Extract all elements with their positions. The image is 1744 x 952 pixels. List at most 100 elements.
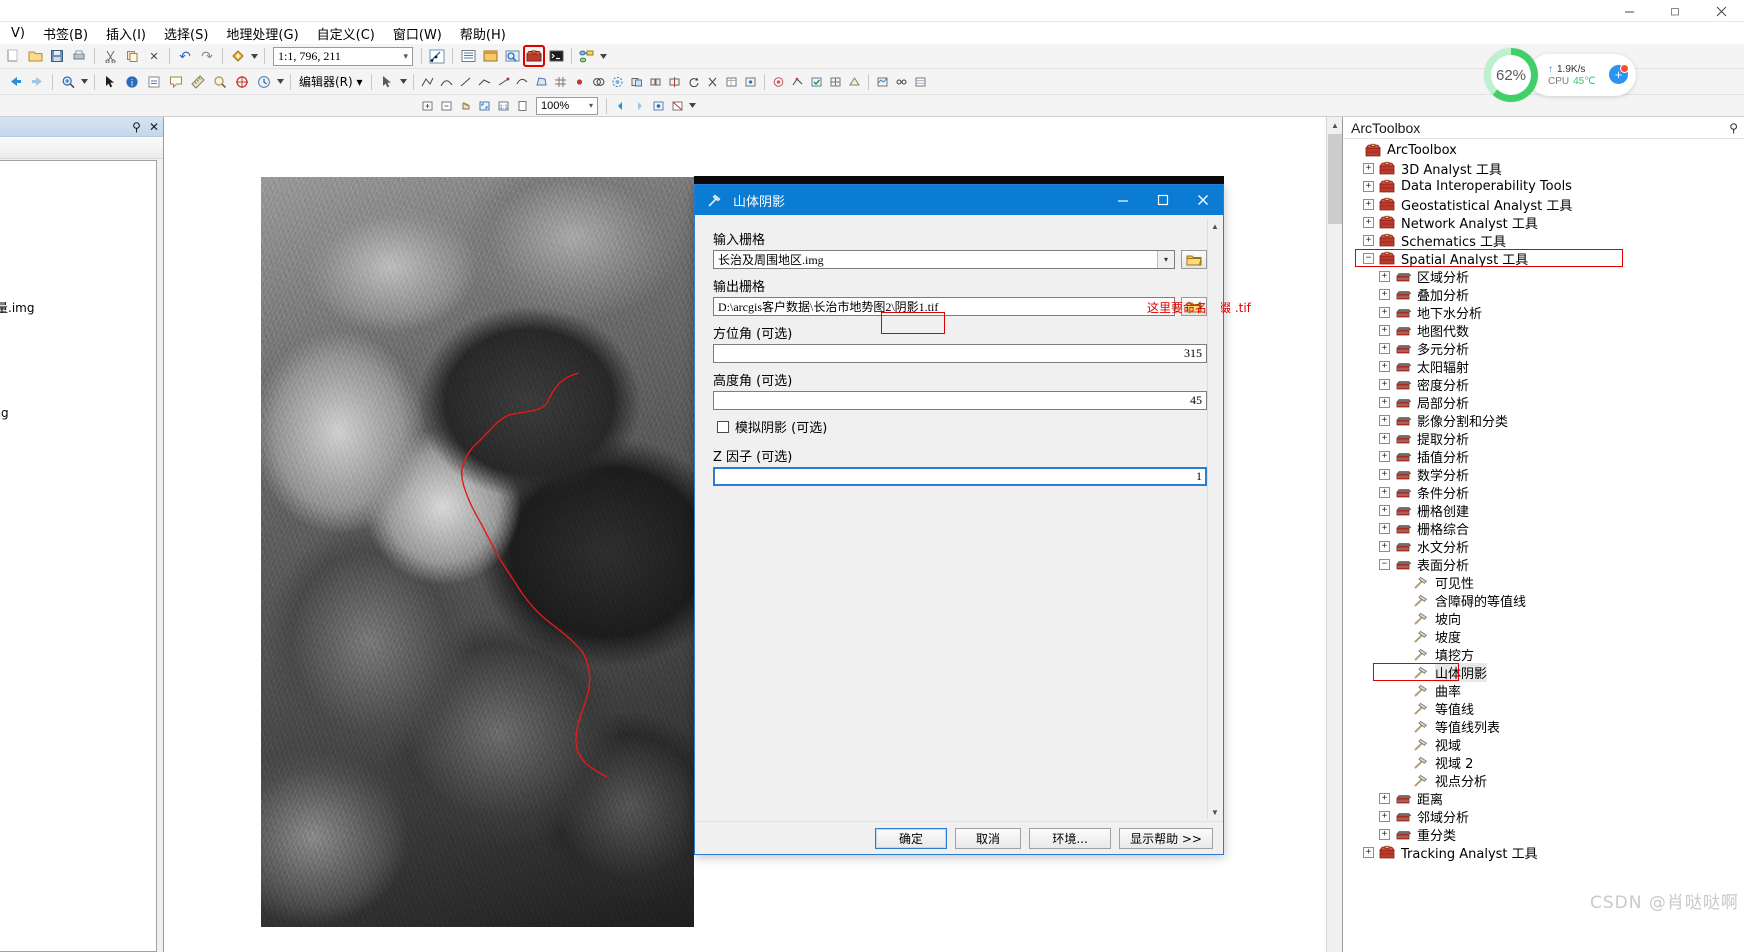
arctoolbox-window-icon[interactable] xyxy=(523,45,545,67)
toolbox-tree-node[interactable]: 视域 2 xyxy=(1343,753,1744,772)
sketch-x-icon[interactable] xyxy=(704,73,721,91)
azimuth-input[interactable]: 315 xyxy=(713,344,1207,363)
layout-full-extent-icon[interactable] xyxy=(476,97,493,115)
cut-icon[interactable] xyxy=(100,46,120,66)
toolbox-tree-node[interactable]: 可见性 xyxy=(1343,573,1744,592)
menu-item-insert[interactable]: 插入(I) xyxy=(97,22,155,45)
expand-icon[interactable]: + xyxy=(1363,234,1374,246)
expand-icon[interactable]: + xyxy=(1379,324,1390,336)
toolbox-tree-node[interactable]: + Data Interoperability Tools xyxy=(1343,177,1744,195)
expand-icon[interactable]: + xyxy=(1379,522,1390,534)
chevron-down-icon[interactable] xyxy=(688,97,697,115)
sketch-clip-icon[interactable] xyxy=(628,73,645,91)
scrollbar-thumb[interactable] xyxy=(1328,134,1342,224)
georef-link-icon[interactable] xyxy=(893,73,910,91)
toolbox-tree-node[interactable]: + 栅格创建 xyxy=(1343,501,1744,520)
zfactor-input[interactable]: 1 xyxy=(713,467,1207,486)
toolbox-tree-node[interactable]: + 局部分析 xyxy=(1343,393,1744,412)
expand-icon[interactable]: + xyxy=(1379,450,1390,462)
chevron-down-icon[interactable] xyxy=(599,46,608,66)
toolbox-tree-node[interactable]: + 数学分析 xyxy=(1343,465,1744,484)
sketch-line-icon[interactable] xyxy=(419,73,436,91)
toolbox-tree-node[interactable]: +3D Analyst 工具 xyxy=(1343,159,1744,178)
goto-xy-icon[interactable] xyxy=(232,72,252,92)
expand-icon[interactable]: + xyxy=(1379,432,1390,444)
scroll-down-arrow-icon[interactable]: ▼ xyxy=(1208,805,1222,819)
layout-zoom-out-icon[interactable] xyxy=(438,97,455,115)
expand-icon[interactable]: + xyxy=(1363,216,1374,228)
toolbox-tree-node[interactable]: 曲率 xyxy=(1343,681,1744,700)
georef-table-icon[interactable] xyxy=(912,73,929,91)
html-popup-icon[interactable] xyxy=(166,72,186,92)
toolbox-tree-node[interactable]: + Tracking Analyst 工具 xyxy=(1343,843,1744,862)
menu-item-selection[interactable]: 选择(S) xyxy=(155,22,217,45)
identify-icon[interactable]: i xyxy=(122,72,142,92)
toolbox-tree-node[interactable]: + 区域分析 xyxy=(1343,267,1744,286)
expand-icon[interactable]: + xyxy=(1379,270,1390,282)
cancel-button[interactable]: 取消 xyxy=(955,827,1022,849)
chevron-down-icon[interactable] xyxy=(276,72,285,92)
expand-icon[interactable]: + xyxy=(1379,468,1390,480)
toolbox-tree-node[interactable]: + Geostatistical Analyst 工具 xyxy=(1343,195,1744,214)
model-shadows-row[interactable]: 模拟阴影 (可选) xyxy=(717,417,1207,436)
toolbox-tree-node[interactable]: + 叠加分析 xyxy=(1343,285,1744,304)
toolbox-tree-node[interactable]: + 密度分析 xyxy=(1343,375,1744,394)
expand-icon[interactable]: + xyxy=(1363,180,1374,192)
toolbox-tree-node[interactable]: 坡度 xyxy=(1343,627,1744,646)
expand-icon[interactable]: + xyxy=(1379,810,1390,822)
add-data-icon[interactable] xyxy=(228,46,248,66)
undo-icon[interactable]: ↶ xyxy=(175,46,195,66)
save-icon[interactable] xyxy=(47,46,67,66)
editor-toolbar-icon[interactable] xyxy=(427,46,447,66)
expand-icon[interactable]: + xyxy=(1379,486,1390,498)
sketch-rotate-icon[interactable] xyxy=(685,73,702,91)
window-restore-icon[interactable] xyxy=(1652,0,1698,22)
time-slider-icon[interactable] xyxy=(254,72,274,92)
toolbox-tree-node[interactable]: 坡向 xyxy=(1343,609,1744,628)
toolbox-tree-node[interactable]: 等值线 xyxy=(1343,699,1744,718)
pin-icon[interactable]: ⚲ xyxy=(1729,121,1738,135)
sketch-arc-icon[interactable] xyxy=(438,73,455,91)
topology-validate-icon[interactable] xyxy=(808,73,825,91)
collapse-icon[interactable]: − xyxy=(1379,558,1390,570)
table-of-contents-icon[interactable] xyxy=(458,46,478,66)
layout-pan-icon[interactable] xyxy=(457,97,474,115)
toolbox-tree-node[interactable]: + 重分类 xyxy=(1343,825,1744,844)
toolbox-tree-node[interactable]: 视域 xyxy=(1343,735,1744,754)
ok-button[interactable]: 确定 xyxy=(875,827,948,849)
dialog-close-icon[interactable] xyxy=(1183,185,1223,215)
toc-layer-item-1[interactable]: 量.img xyxy=(0,299,34,316)
search-window-icon[interactable] xyxy=(502,46,522,66)
chevron-down-icon[interactable] xyxy=(80,72,89,92)
map-vertical-scrollbar[interactable]: ▲ xyxy=(1326,117,1343,952)
dialog-maximize-icon[interactable] xyxy=(1143,185,1183,215)
toolbox-tree-node[interactable]: + 地图代数 xyxy=(1343,321,1744,340)
environments-button[interactable]: 环境... xyxy=(1029,827,1112,849)
input-raster-browse-button[interactable] xyxy=(1181,250,1207,269)
sketch-split-icon[interactable] xyxy=(666,73,683,91)
toolbox-tree-node[interactable]: 填挖方 xyxy=(1343,645,1744,664)
dialog-scrollbar[interactable]: ▲ ▼ xyxy=(1207,219,1222,819)
measure-icon[interactable] xyxy=(188,72,208,92)
sketch-grid-icon[interactable] xyxy=(552,73,569,91)
print-icon[interactable] xyxy=(69,46,89,66)
layout-go-back-icon[interactable] xyxy=(612,97,629,115)
toolbox-tree-node[interactable]: + 提取分析 xyxy=(1343,429,1744,448)
toolbox-tree-node[interactable]: 视点分析 xyxy=(1343,771,1744,790)
sketch-snap-icon[interactable] xyxy=(742,73,759,91)
toolbox-tree-node[interactable]: 山体阴影 xyxy=(1343,662,1744,682)
show-help-button[interactable]: 显示帮助 >> xyxy=(1119,827,1213,849)
toolbox-tree-node[interactable]: + 地下水分析 xyxy=(1343,303,1744,322)
toolbox-tree-node[interactable]: + 条件分析 xyxy=(1343,483,1744,502)
model-builder-icon[interactable] xyxy=(577,46,597,66)
toolbox-tree-node[interactable]: − Spatial Analyst 工具 xyxy=(1343,249,1744,268)
sketch-buffer-icon[interactable] xyxy=(609,73,626,91)
toolbox-tree-node[interactable]: + 太阳辐射 xyxy=(1343,357,1744,376)
edit-tool-icon[interactable] xyxy=(377,72,397,92)
expand-icon[interactable]: + xyxy=(1363,846,1374,858)
sketch-union-icon[interactable] xyxy=(590,73,607,91)
sketch-trace-icon[interactable] xyxy=(514,73,531,91)
expand-icon[interactable]: + xyxy=(1379,306,1390,318)
toc-layer-item-2[interactable]: img xyxy=(0,406,9,420)
expand-icon[interactable]: + xyxy=(1379,360,1390,372)
